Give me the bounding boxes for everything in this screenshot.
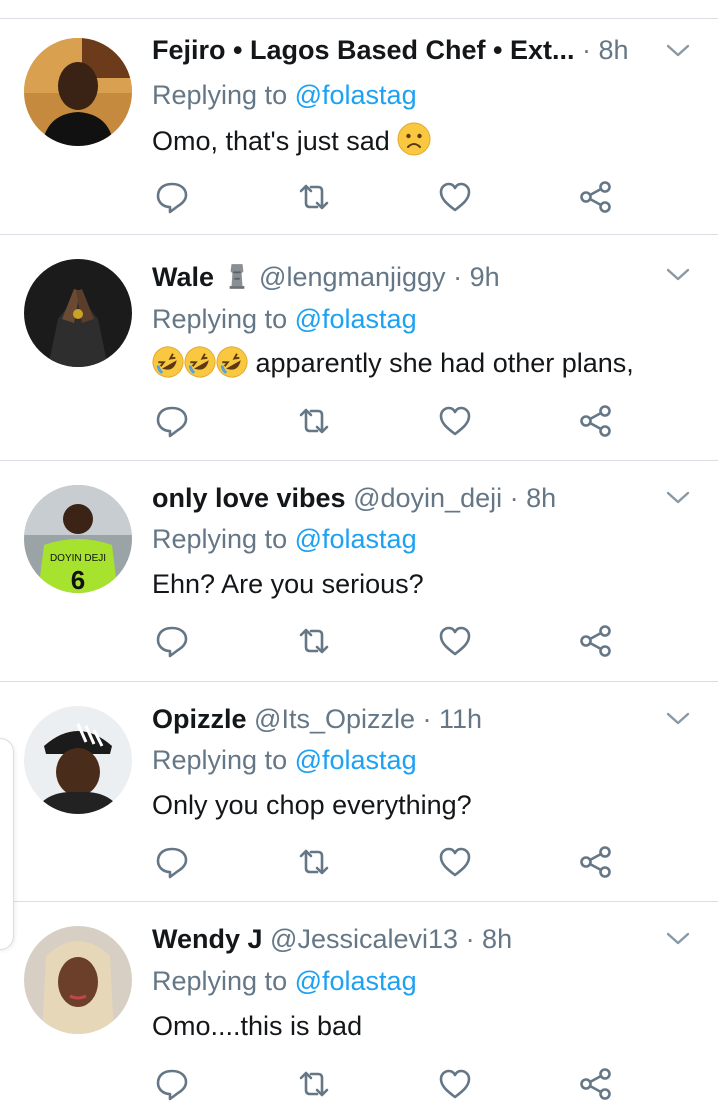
replying-prefix: Replying to bbox=[152, 966, 288, 996]
rolling-laughing-icon bbox=[152, 346, 184, 387]
avatar[interactable] bbox=[24, 926, 132, 1034]
tweet-header: Fejiro • Lagos Based Chef • Ext... · 8h bbox=[152, 32, 658, 68]
replying-mention[interactable]: @folastag bbox=[295, 966, 417, 996]
reply-icon[interactable] bbox=[154, 1066, 190, 1102]
retweet-icon[interactable] bbox=[296, 403, 332, 439]
tweet-item[interactable]: DOYIN DEJI 6 only love vibes @doyin_deji… bbox=[0, 461, 718, 682]
replying-mention[interactable]: @folastag bbox=[295, 745, 417, 775]
avatar[interactable] bbox=[24, 38, 132, 146]
share-icon[interactable] bbox=[578, 179, 614, 215]
tweet-time: · 8h bbox=[465, 924, 513, 954]
tweet-header: Wendy J @Jessicalevi13 · 8h bbox=[152, 921, 658, 957]
chevron-down-icon[interactable] bbox=[666, 709, 690, 729]
retweet-icon[interactable] bbox=[296, 179, 332, 215]
chevron-down-icon[interactable] bbox=[666, 488, 690, 508]
heart-icon[interactable] bbox=[437, 403, 473, 439]
replying-mention[interactable]: @folastag bbox=[295, 304, 417, 334]
tweet-item[interactable]: Opizzle @Its_Opizzle · 11h Replying to @… bbox=[0, 682, 718, 902]
tweet-time: · 11h bbox=[422, 704, 483, 734]
svg-text:6: 6 bbox=[71, 565, 85, 593]
author-name[interactable]: Opizzle bbox=[152, 704, 247, 734]
replying-mention[interactable]: @folastag bbox=[295, 80, 417, 110]
tweet-text: Omo....this is bad bbox=[152, 1008, 362, 1044]
reply-icon[interactable] bbox=[154, 844, 190, 880]
share-icon[interactable] bbox=[578, 623, 614, 659]
share-icon[interactable] bbox=[578, 844, 614, 880]
moai-icon bbox=[226, 262, 248, 299]
tweet-item[interactable]: Fejiro • Lagos Based Chef • Ext... · 8h … bbox=[0, 19, 718, 235]
tweet-body: Omo, that's just sad bbox=[152, 126, 390, 156]
reply-icon[interactable] bbox=[154, 403, 190, 439]
tweet-item[interactable]: Wendy J @Jessicalevi13 · 8h Replying to … bbox=[0, 902, 718, 1101]
avatar[interactable]: DOYIN DEJI 6 bbox=[24, 485, 132, 593]
tweet-actions bbox=[0, 179, 718, 219]
tweet-time: · 9h bbox=[453, 262, 500, 292]
replying-to: Replying to @folastag bbox=[152, 77, 417, 113]
tweet-time: · 8h bbox=[582, 35, 629, 65]
share-icon[interactable] bbox=[578, 403, 614, 439]
tweet-text: Only you chop everything? bbox=[152, 787, 472, 823]
tweet-actions bbox=[0, 403, 718, 443]
reply-icon[interactable] bbox=[154, 179, 190, 215]
replying-prefix: Replying to bbox=[152, 524, 288, 554]
author-name[interactable]: Wale bbox=[152, 262, 214, 292]
edge-panel-handle[interactable] bbox=[0, 738, 14, 950]
author-handle[interactable]: @Jessicalevi13 bbox=[270, 924, 458, 954]
tweet-text: Ehn? Are you serious? bbox=[152, 566, 424, 602]
author-name[interactable]: only love vibes bbox=[152, 483, 346, 513]
tweet-body: Omo....this is bad bbox=[152, 1011, 363, 1041]
tweet-actions bbox=[0, 623, 718, 663]
share-icon[interactable] bbox=[578, 1066, 614, 1102]
author-handle[interactable]: @lengmanjiggy bbox=[259, 262, 446, 292]
replying-to: Replying to @folastag bbox=[152, 521, 417, 557]
replying-to: Replying to @folastag bbox=[152, 301, 417, 337]
replying-prefix: Replying to bbox=[152, 304, 288, 334]
tweet-text: Omo, that's just sad bbox=[152, 122, 431, 165]
tweet-actions bbox=[0, 844, 718, 884]
replying-prefix: Replying to bbox=[152, 745, 288, 775]
retweet-icon[interactable] bbox=[296, 1066, 332, 1102]
tweet-header: Wale @lengmanjiggy · 9h bbox=[152, 259, 658, 299]
tweet-header: Opizzle @Its_Opizzle · 11h bbox=[152, 701, 658, 737]
avatar[interactable] bbox=[24, 259, 132, 367]
author-handle[interactable]: @doyin_deji bbox=[353, 483, 502, 513]
tweet-item[interactable]: Wale @lengmanjiggy · 9h Replying to @fol… bbox=[0, 235, 718, 461]
author-name[interactable]: Wendy J bbox=[152, 924, 263, 954]
worried-face-icon bbox=[397, 122, 431, 165]
tweet-actions bbox=[0, 1066, 718, 1106]
tweet-body: Ehn? Are you serious? bbox=[152, 569, 424, 599]
retweet-icon[interactable] bbox=[296, 623, 332, 659]
chevron-down-icon[interactable] bbox=[666, 41, 690, 61]
chevron-down-icon[interactable] bbox=[666, 929, 690, 949]
tweet-body: Only you chop everything? bbox=[152, 790, 472, 820]
retweet-icon[interactable] bbox=[296, 844, 332, 880]
replying-prefix: Replying to bbox=[152, 80, 288, 110]
replying-mention[interactable]: @folastag bbox=[295, 524, 417, 554]
replying-to: Replying to @folastag bbox=[152, 963, 417, 999]
avatar[interactable] bbox=[24, 706, 132, 814]
heart-icon[interactable] bbox=[437, 1066, 473, 1102]
heart-icon[interactable] bbox=[437, 844, 473, 880]
tweet-time: · 8h bbox=[509, 483, 557, 513]
tweet-body: apparently she had other plans, bbox=[255, 348, 634, 378]
svg-text:DOYIN DEJI: DOYIN DEJI bbox=[50, 553, 106, 564]
heart-icon[interactable] bbox=[437, 179, 473, 215]
rolling-laughing-icon bbox=[216, 346, 248, 387]
heart-icon[interactable] bbox=[437, 623, 473, 659]
replying-to: Replying to @folastag bbox=[152, 742, 417, 778]
tweet-header: only love vibes @doyin_deji · 8h bbox=[152, 480, 658, 516]
chevron-down-icon[interactable] bbox=[666, 265, 690, 285]
author-name[interactable]: Fejiro • Lagos Based Chef • Ext... bbox=[152, 35, 575, 65]
rolling-laughing-icon bbox=[184, 346, 216, 387]
author-handle[interactable]: @Its_Opizzle bbox=[254, 704, 415, 734]
reply-icon[interactable] bbox=[154, 623, 190, 659]
tweet-text: apparently she had other plans, bbox=[152, 345, 634, 387]
